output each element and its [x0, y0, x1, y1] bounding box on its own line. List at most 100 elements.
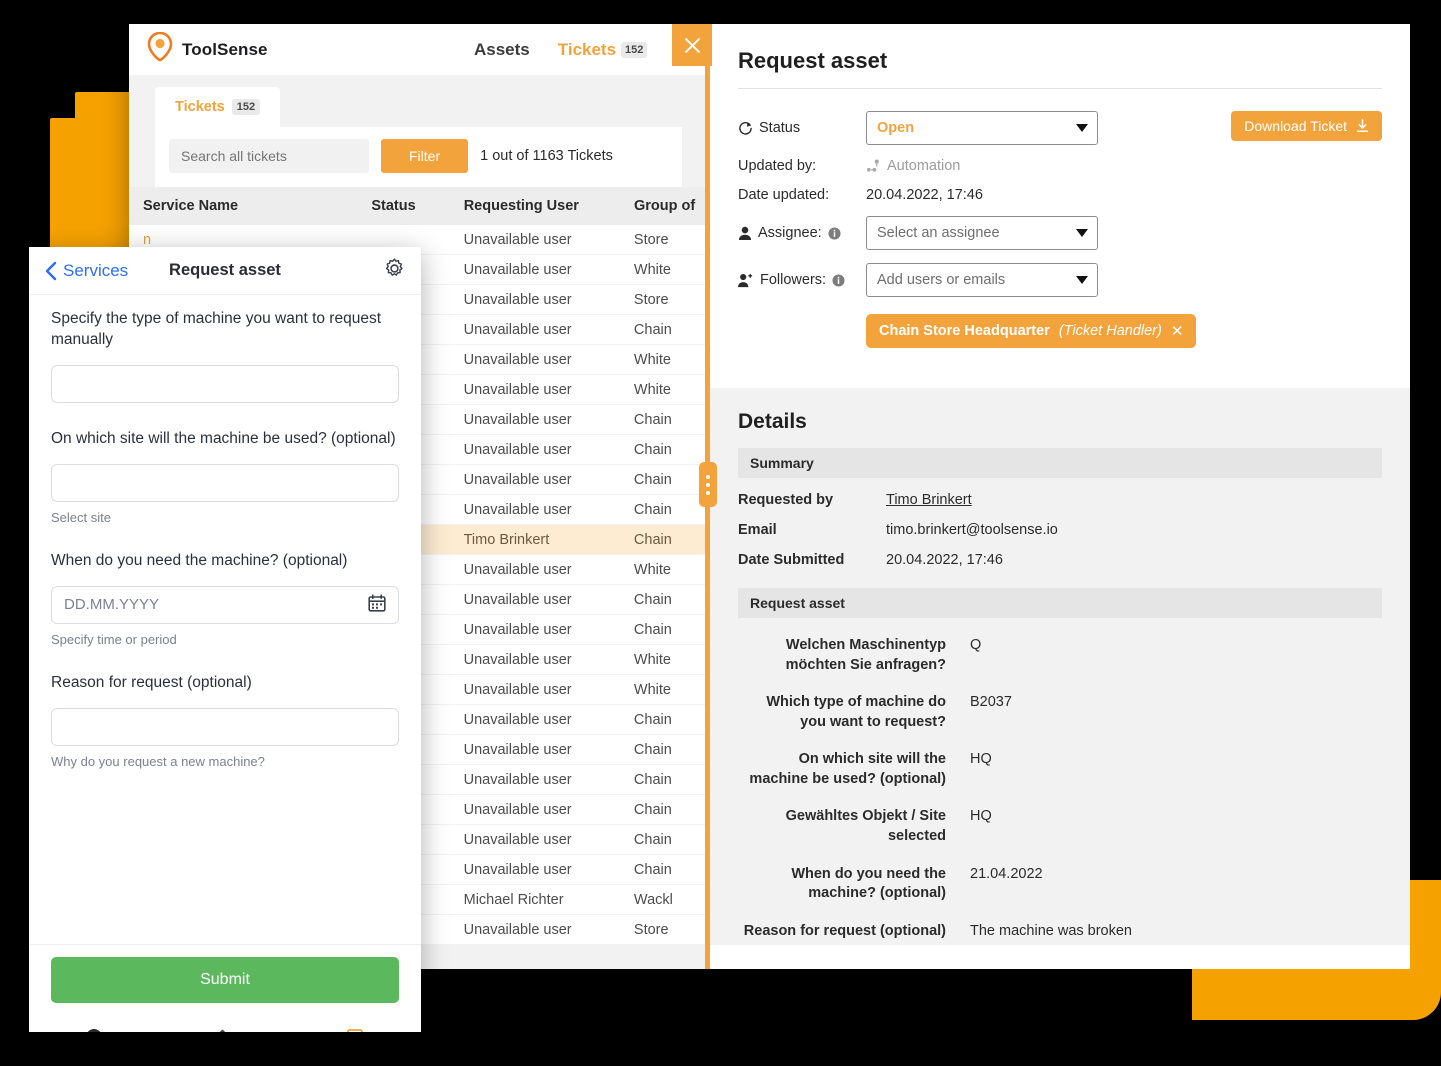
- summary-row: Email timo.brinkert@toolsense.io: [738, 522, 1382, 538]
- cell-requesting-user: Unavailable user: [463, 771, 572, 788]
- top-navigation: Assets Tickets 152: [474, 24, 648, 75]
- request-answer: 21.04.2022: [970, 865, 1043, 882]
- mobile-back-label: Services: [63, 260, 129, 280]
- mobile-field-input[interactable]: DD.MM.YYYY: [51, 585, 399, 624]
- column-header-service-name[interactable]: Service Name: [129, 198, 337, 214]
- follower-chip[interactable]: Chain Store Headquarter (Ticket Handler)…: [866, 314, 1197, 348]
- tabs-row: Tickets 152: [129, 75, 708, 127]
- request-answer: HQ: [970, 751, 992, 768]
- mobile-back-button[interactable]: Services: [45, 261, 128, 281]
- mobile-tab-services[interactable]: Services: [290, 1028, 421, 1032]
- assignee-select[interactable]: Select an assignee: [866, 216, 1098, 250]
- followers-label: Followers:: [760, 272, 827, 288]
- cell-requesting-user: Unavailable user: [463, 471, 572, 488]
- cell-requesting-user: Unavailable user: [463, 651, 572, 668]
- detail-header: Request asset: [710, 24, 1410, 89]
- chevron-left-icon: [45, 261, 57, 280]
- status-label: Status: [759, 120, 801, 136]
- request-answer-row: On which site will the machine be used? …: [738, 750, 1382, 789]
- cell-group-of: Chain: [633, 801, 672, 818]
- followers-select[interactable]: Add users or emails: [866, 263, 1098, 297]
- cell-group-of: Chain: [633, 621, 672, 638]
- cell-requesting-user: Unavailable user: [463, 291, 572, 308]
- summary-value[interactable]: Timo Brinkert: [886, 492, 972, 508]
- assignee-label: Assignee:: [758, 225, 822, 241]
- cell-requesting-user: Unavailable user: [463, 231, 572, 248]
- page-title: Request asset: [738, 48, 888, 73]
- assignee-placeholder: Select an assignee: [877, 225, 1000, 241]
- download-icon: [1356, 119, 1369, 133]
- splitter-drag-handle[interactable]: [699, 462, 717, 507]
- tickets-table-header: Service Name Status Requesting User Grou…: [129, 187, 708, 225]
- cell-requesting-user: Unavailable user: [463, 591, 572, 608]
- screenshot-stage: ToolSense Assets Tickets152 Tickets 152: [0, 0, 1441, 1066]
- request-question: Reason for request (optional): [743, 922, 946, 939]
- details-section: Details Summary Requested by Timo Brinker…: [710, 388, 1410, 945]
- chevron-down-icon: [1076, 124, 1088, 132]
- cell-requesting-user: Unavailable user: [463, 261, 572, 278]
- cell-group-of: Chain: [633, 411, 672, 428]
- cell-requesting-user: Unavailable user: [463, 561, 572, 578]
- column-header-group-of[interactable]: Group of: [599, 198, 708, 214]
- mobile-field-label: On which site will the machine be used? …: [51, 429, 396, 447]
- submit-button[interactable]: Submit: [51, 957, 399, 1003]
- nav-item-assets[interactable]: Assets: [474, 40, 530, 60]
- mobile-field-input[interactable]: [51, 707, 399, 746]
- mobile-form-field: Specify the type of machine you want to …: [51, 309, 399, 403]
- mobile-header: Services Request asset: [29, 247, 421, 294]
- calendar-icon[interactable]: [368, 594, 386, 616]
- summary-row: Requested by Timo Brinkert: [738, 492, 1382, 508]
- info-icon[interactable]: [828, 226, 841, 240]
- gear-icon: [385, 257, 403, 276]
- assignee-label-group: Assignee:: [738, 225, 866, 241]
- cell-requesting-user: Unavailable user: [463, 501, 572, 518]
- request-answer-row: When do you need the machine? (optional)…: [738, 865, 1382, 904]
- mobile-app-panel: Services Request asset Specify the type …: [29, 247, 421, 1032]
- filter-button[interactable]: Filter: [381, 139, 469, 173]
- cell-group-of: Chain: [633, 531, 672, 548]
- cell-requesting-user: Unavailable user: [463, 861, 572, 878]
- mobile-field-input[interactable]: [51, 364, 399, 403]
- mobile-tab-assets[interactable]: Assets: [29, 1028, 160, 1032]
- mobile-tab-tickets[interactable]: Tickets: [160, 1028, 291, 1032]
- request-question: When do you need the machine? (optional): [791, 865, 946, 902]
- follower-chip-remove-icon[interactable]: ✕: [1171, 322, 1184, 340]
- refresh-icon: [739, 121, 752, 135]
- column-header-status[interactable]: Status: [337, 198, 415, 214]
- cell-requesting-user: Unavailable user: [463, 921, 572, 938]
- info-icon[interactable]: [832, 273, 845, 287]
- cell-group-of: White: [633, 561, 671, 578]
- brand-name: ToolSense: [182, 39, 268, 59]
- drag-handle-icon: [706, 474, 710, 479]
- users-add-icon: [738, 273, 753, 287]
- search-input[interactable]: [169, 139, 369, 173]
- cell-requesting-user: Unavailable user: [463, 741, 572, 758]
- cell-requesting-user: Unavailable user: [463, 831, 572, 848]
- follower-chip-role: (Ticket Handler): [1058, 323, 1162, 339]
- mobile-field-label: When do you need the machine? (optional): [51, 551, 348, 569]
- assignee-row: Assignee: Select an assignee: [738, 216, 1382, 250]
- user-icon: [738, 226, 752, 240]
- cell-requesting-user: Unavailable user: [463, 321, 572, 338]
- tab-tickets[interactable]: Tickets 152: [155, 87, 281, 127]
- mobile-field-label: Specify the type of machine you want to …: [51, 310, 381, 348]
- nav-item-tickets[interactable]: Tickets 152: [558, 40, 648, 60]
- cell-group-of: White: [633, 381, 671, 398]
- column-header-requesting-user[interactable]: Requesting User: [416, 198, 599, 214]
- mobile-field-input-text: DD.MM.YYYY: [64, 596, 160, 614]
- automation-icon: [866, 159, 879, 172]
- mobile-settings-button[interactable]: [384, 257, 405, 284]
- close-window-button[interactable]: [672, 24, 712, 66]
- tab-tickets-badge: 152: [231, 99, 261, 115]
- download-ticket-button[interactable]: Download Ticket: [1231, 111, 1382, 141]
- status-select[interactable]: Open: [866, 111, 1098, 145]
- request-answer: HQ: [970, 808, 992, 825]
- cell-requesting-user: Michael Richter: [463, 891, 564, 908]
- cell-group-of: White: [633, 651, 671, 668]
- cell-group-of: Chain: [633, 771, 672, 788]
- summary-value-link[interactable]: Timo Brinkert: [886, 492, 972, 508]
- summary-value: timo.brinkert@toolsense.io: [886, 522, 1058, 538]
- mobile-field-input[interactable]: [51, 463, 399, 502]
- cell-group-of: Chain: [633, 831, 672, 848]
